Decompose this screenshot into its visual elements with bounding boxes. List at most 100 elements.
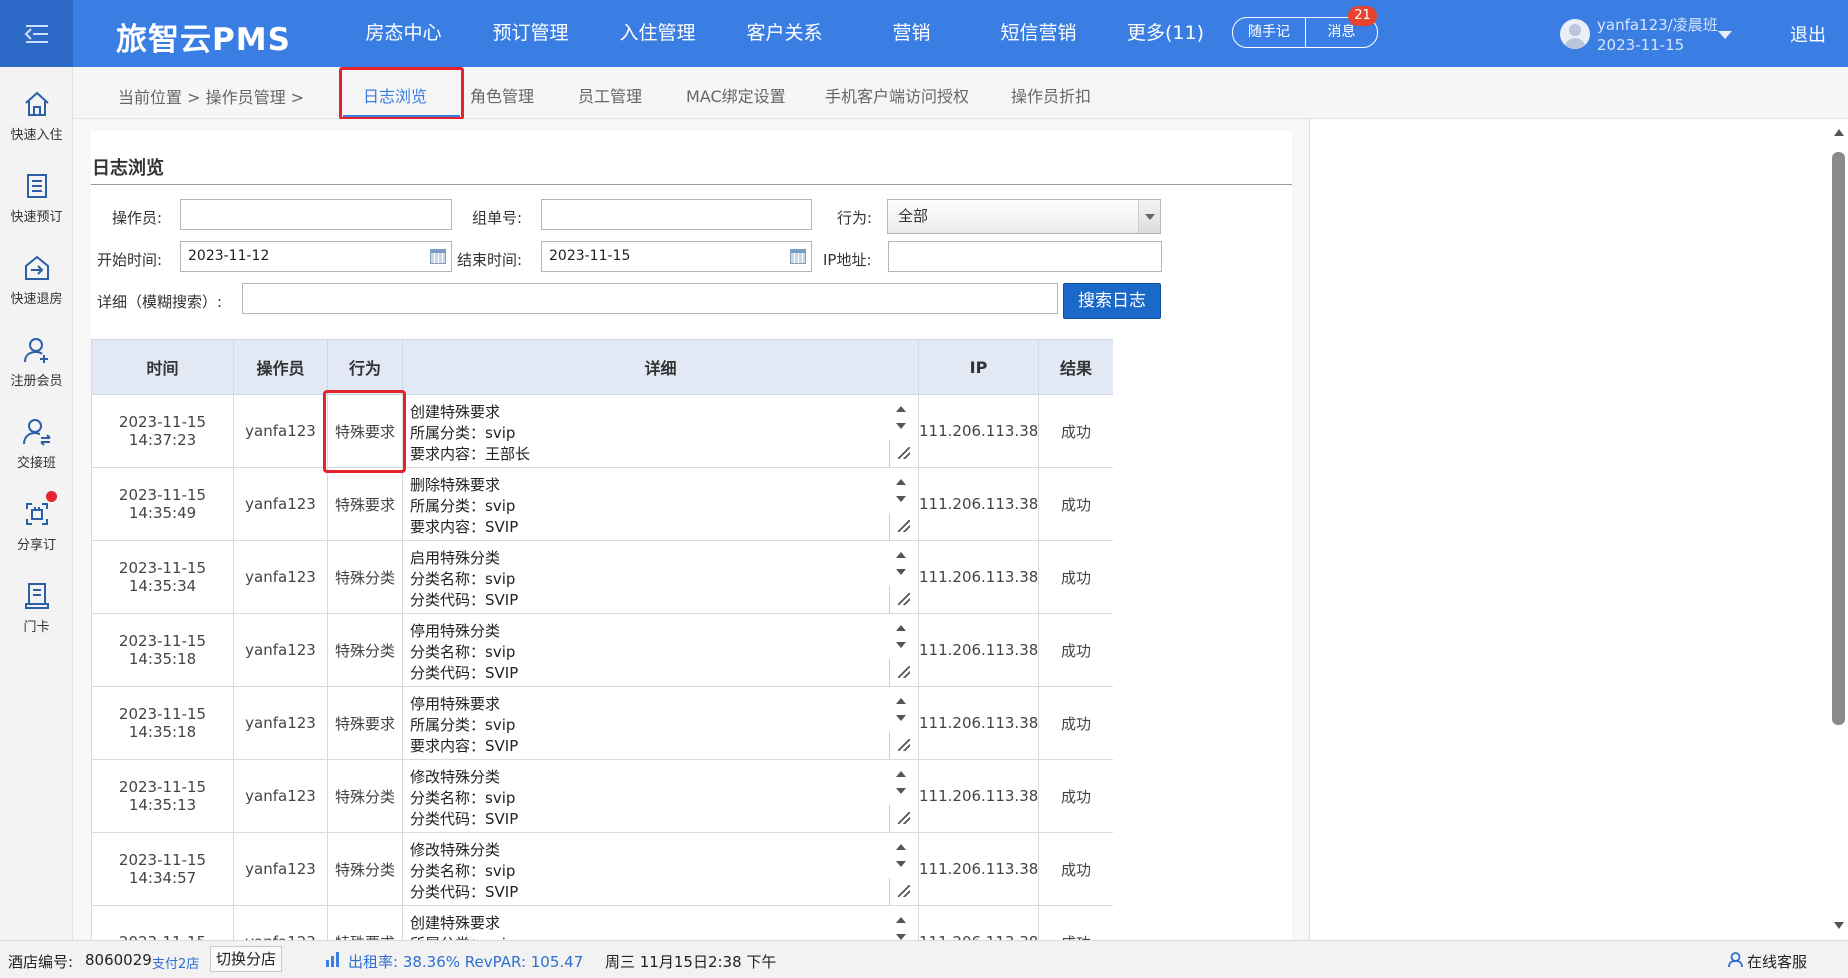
highlight-box bbox=[323, 390, 406, 473]
page-scrollbar[interactable] bbox=[1829, 119, 1848, 940]
divider bbox=[889, 804, 890, 832]
nav-reservations[interactable]: 预订管理 bbox=[467, 0, 594, 67]
resize-handle-icon[interactable] bbox=[898, 519, 910, 532]
resize-handle-icon[interactable] bbox=[898, 592, 910, 605]
end-date-value: 2023-11-15 bbox=[549, 248, 631, 264]
scrollbar-thumb[interactable] bbox=[1832, 152, 1845, 725]
notes-button[interactable]: 随手记 bbox=[1232, 17, 1306, 48]
scroll-arrows-icon[interactable] bbox=[894, 476, 908, 516]
detail-textarea[interactable]: 创建特殊要求所属分类：svip bbox=[403, 907, 918, 941]
log-date: 2023-11-15 bbox=[118, 778, 207, 796]
cell-detail: 删除特殊要求 所属分类：svip 要求内容：SVIP bbox=[402, 467, 919, 541]
sidebar-item-label: 分享订 bbox=[16, 538, 56, 553]
resize-handle-icon[interactable] bbox=[898, 738, 910, 751]
tab-mac-binding[interactable]: MAC绑定设置 bbox=[686, 83, 786, 107]
tab-mobile-access[interactable]: 手机客户端访问授权 bbox=[825, 83, 969, 107]
cell-ip: 111.206.113.38 bbox=[918, 467, 1039, 541]
highlight-box bbox=[339, 67, 464, 120]
scroll-arrows-icon[interactable] bbox=[894, 549, 908, 589]
chevron-down-icon bbox=[1138, 200, 1160, 233]
nav-sms-marketing[interactable]: 短信营销 bbox=[975, 0, 1102, 67]
user-name[interactable]: yanfa123/凌晨班 bbox=[1597, 14, 1718, 35]
log-date: 2023-11-15 bbox=[92, 933, 233, 940]
detail-line: 所属分类：svip bbox=[410, 715, 516, 734]
scroll-arrows-icon[interactable] bbox=[894, 841, 908, 881]
scroll-down-icon[interactable] bbox=[1834, 922, 1844, 929]
switch-branch-button[interactable]: 切换分店 bbox=[210, 946, 283, 972]
resize-handle-icon[interactable] bbox=[898, 446, 910, 459]
resize-handle-icon[interactable] bbox=[898, 665, 910, 678]
log-date: 2023-11-15 bbox=[118, 559, 207, 577]
sidebar-item-label: 注册会员 bbox=[10, 374, 63, 389]
logout-button[interactable]: 退出 bbox=[1790, 21, 1826, 47]
detail-textarea[interactable]: 停用特殊分类 分类名称：svip 分类代码：SVIP bbox=[403, 615, 918, 686]
group-number-input[interactable] bbox=[541, 199, 812, 230]
sidebar-item-label: 快速预订 bbox=[10, 210, 63, 225]
nav-room-status[interactable]: 房态中心 bbox=[340, 0, 467, 67]
room-card-icon bbox=[24, 583, 49, 609]
avatar[interactable] bbox=[1560, 19, 1590, 49]
menu-toggle-button[interactable] bbox=[0, 0, 73, 67]
current-datetime: 周三 11月15日2:38 下午 bbox=[605, 953, 777, 971]
time-text: 2023-11-15 14:35:18 bbox=[92, 632, 233, 668]
detail-line: 分类代码：SVIP bbox=[410, 663, 519, 682]
log-time: 14:35:49 bbox=[128, 504, 197, 522]
nav-more[interactable]: 更多(11) bbox=[1102, 0, 1229, 67]
nav-marketing[interactable]: 营销 bbox=[848, 0, 975, 67]
tab-operator-discount[interactable]: 操作员折扣 bbox=[1011, 83, 1091, 107]
cell-result: 成功 bbox=[1038, 540, 1113, 614]
sidebar-item-room-card[interactable]: 门卡 bbox=[0, 559, 73, 655]
nav-checkin[interactable]: 入住管理 bbox=[594, 0, 721, 67]
tab-role-management[interactable]: 角色管理 bbox=[470, 83, 534, 107]
detail-line: 分类名称：svip bbox=[410, 861, 516, 880]
log-time: 14:34:57 bbox=[128, 869, 197, 887]
detail-search-input[interactable] bbox=[242, 283, 1058, 314]
detail-textarea[interactable]: 创建特殊要求 所属分类：svip 要求内容：王部长 bbox=[403, 396, 918, 467]
tab-staff-management[interactable]: 员工管理 bbox=[578, 83, 642, 107]
log-date: 2023-11-15 bbox=[118, 851, 207, 869]
scroll-arrows-icon[interactable] bbox=[894, 403, 908, 443]
scroll-arrows-icon[interactable] bbox=[894, 768, 908, 808]
resize-handle-icon[interactable] bbox=[898, 811, 910, 824]
detail-textarea[interactable]: 启用特殊分类 分类名称：svip 分类代码：SVIP bbox=[403, 542, 918, 613]
action-select[interactable]: 全部 bbox=[887, 199, 1161, 234]
online-support-link[interactable]: 在线客服 bbox=[1747, 951, 1807, 972]
cell-time: 2023-11-15 14:35:34 bbox=[91, 540, 234, 614]
branch-link[interactable]: 支付2店 bbox=[152, 953, 199, 972]
detail-line: 停用特殊分类 bbox=[410, 621, 501, 640]
detail-line: 分类名称：svip bbox=[410, 569, 516, 588]
log-date: 2023-11-15 bbox=[118, 705, 207, 723]
time-text: 2023-11-15 14:35:18 bbox=[92, 705, 233, 741]
cell-time: 2023-11-15 14:37:23 bbox=[91, 394, 234, 468]
operator-input[interactable] bbox=[180, 199, 452, 230]
detail-line: 要求内容：SVIP bbox=[410, 736, 519, 755]
scroll-up-icon[interactable] bbox=[1834, 129, 1844, 136]
cell-ip: 111.206.113.38 bbox=[918, 905, 1039, 940]
cell-operator: yanfa123 bbox=[233, 540, 328, 614]
cell-result: 成功 bbox=[1038, 832, 1113, 906]
time-text: 2023-11-15 bbox=[92, 933, 233, 940]
table-row: 2023-11-15yanfa123特殊要求创建特殊要求所属分类：svip111… bbox=[91, 905, 1113, 941]
cell-detail: 停用特殊要求 所属分类：svip 要求内容：SVIP bbox=[402, 686, 919, 760]
calendar-icon[interactable] bbox=[430, 249, 446, 264]
detail-textarea[interactable]: 修改特殊分类 分类名称：svip 分类代码：SVIP bbox=[403, 761, 918, 832]
cell-operator: yanfa123 bbox=[233, 686, 328, 760]
end-date-field[interactable]: 2023-11-15 bbox=[541, 241, 812, 272]
log-time: 14:37:23 bbox=[128, 431, 197, 449]
search-log-button[interactable]: 搜索日志 bbox=[1063, 283, 1161, 319]
chevron-down-icon[interactable] bbox=[1718, 31, 1732, 39]
checkout-house-icon bbox=[24, 255, 49, 280]
ip-address-input[interactable] bbox=[888, 241, 1162, 272]
detail-textarea[interactable]: 停用特殊要求 所属分类：svip 要求内容：SVIP bbox=[403, 688, 918, 759]
scroll-arrows-icon[interactable] bbox=[894, 622, 908, 662]
start-date-field[interactable]: 2023-11-12 bbox=[180, 241, 452, 272]
scroll-arrows-icon[interactable] bbox=[894, 914, 908, 941]
divider bbox=[889, 439, 890, 467]
scroll-arrows-icon[interactable] bbox=[894, 695, 908, 735]
calendar-icon[interactable] bbox=[790, 249, 806, 264]
bar-chart-icon bbox=[326, 952, 339, 967]
detail-textarea[interactable]: 修改特殊分类 分类名称：svip 分类代码：SVIP bbox=[403, 834, 918, 905]
detail-textarea[interactable]: 删除特殊要求 所属分类：svip 要求内容：SVIP bbox=[403, 469, 918, 540]
nav-crm[interactable]: 客户关系 bbox=[721, 0, 848, 67]
resize-handle-icon[interactable] bbox=[898, 884, 910, 897]
